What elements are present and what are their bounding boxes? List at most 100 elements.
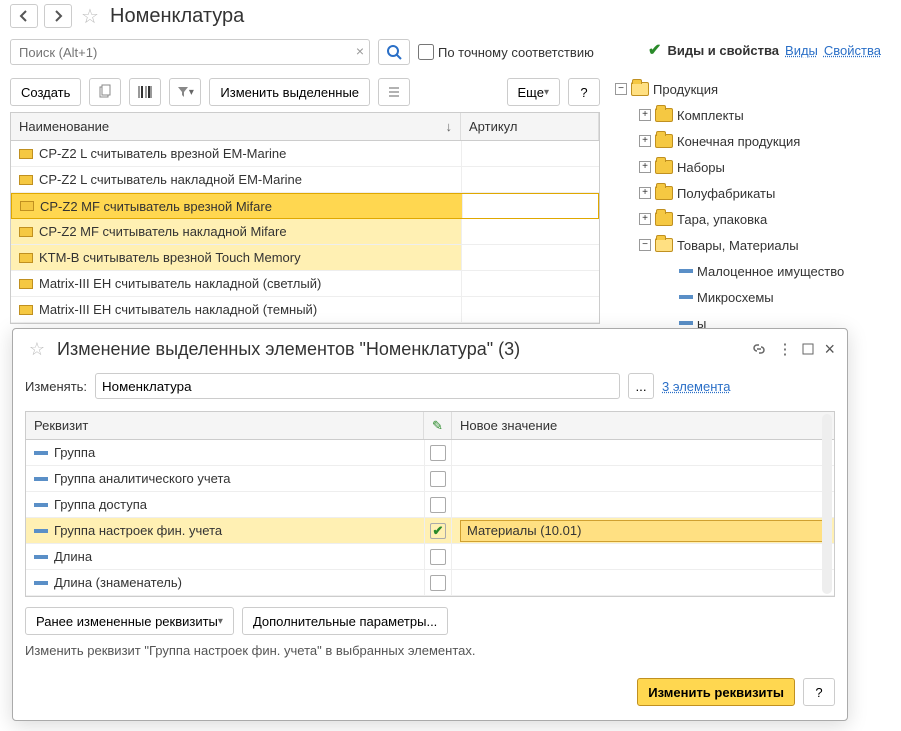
menu-dots-icon[interactable]: ⋮ [777, 340, 792, 358]
table-row[interactable]: KTM-B считыватель врезной Touch Memory [11, 245, 599, 271]
tree-toggle-icon[interactable]: − [615, 83, 627, 95]
count-link[interactable]: 3 элемента [662, 379, 730, 394]
props-link[interactable]: Свойства [824, 43, 881, 58]
col-requisite[interactable]: Реквизит [26, 412, 424, 439]
tree-node[interactable]: Микросхемы [611, 284, 891, 310]
leaf-icon [679, 269, 693, 273]
tree-node[interactable]: + Полуфабрикаты [611, 180, 891, 206]
tree-root[interactable]: − Продукция [611, 76, 891, 102]
dialog-row[interactable]: Длина [26, 544, 834, 570]
folder-icon [655, 186, 673, 200]
search-input[interactable] [10, 39, 370, 65]
table-row[interactable]: Matrix-III EH считыватель накладной (тем… [11, 297, 599, 323]
tree-label: Малоценное имущество [697, 264, 844, 279]
tree-label: Полуфабрикаты [677, 186, 775, 201]
table-row[interactable]: CP-Z2 MF считыватель врезной Mifare [11, 193, 599, 219]
item-table: Наименование↓ Артикул CP-Z2 L считывател… [10, 112, 600, 324]
list-button[interactable] [378, 78, 410, 106]
dialog-row[interactable]: Группа аналитического учета [26, 466, 834, 492]
table-row[interactable]: CP-Z2 L считыватель врезной EM-Marine [11, 141, 599, 167]
edit-selected-button[interactable]: Изменить выделенные [209, 78, 370, 106]
favorite-star-icon[interactable]: ☆ [78, 4, 102, 28]
checkbox-icon[interactable] [430, 575, 446, 591]
copy-button[interactable] [89, 78, 121, 106]
property-icon [34, 529, 48, 533]
header: ☆ Номенклатура [0, 0, 901, 32]
dialog-help-button[interactable]: ? [803, 678, 835, 706]
help-button[interactable]: ? [568, 78, 600, 106]
page-title: Номенклатура [110, 5, 244, 28]
tree-toggle-icon[interactable]: + [639, 161, 651, 173]
search-box: × [10, 39, 370, 65]
col-newvalue[interactable]: Новое значение [452, 412, 834, 439]
item-icon [19, 227, 33, 237]
exact-match-checkbox[interactable]: По точному соответствию [418, 44, 594, 60]
tree-toggle-icon[interactable]: + [639, 213, 651, 225]
dialog-table: Реквизит ✎ Новое значение ГруппаГруппа а… [25, 411, 835, 597]
table-row[interactable]: CP-Z2 L считыватель накладной EM-Marine [11, 167, 599, 193]
row-article [462, 194, 598, 218]
dialog-row[interactable]: Группа настроек фин. учета✔Материалы (10… [26, 518, 834, 544]
tree-node[interactable]: +Тара, упаковка [611, 206, 891, 232]
checkbox-icon[interactable] [430, 497, 446, 513]
col-article[interactable]: Артикул [461, 113, 599, 140]
item-icon [19, 305, 33, 315]
tree-label: Продукция [653, 82, 718, 97]
tree-node[interactable]: +Наборы [611, 154, 891, 180]
row-name: CP-Z2 MF считыватель накладной Mifare [39, 224, 287, 239]
right-panel: − Продукция +Комплекты+Конечная продукци… [610, 72, 891, 366]
tree-node[interactable]: Малоценное имущество [611, 258, 891, 284]
folder-icon [655, 160, 673, 174]
new-value-cell[interactable]: Материалы (10.01) [460, 520, 826, 542]
change-more-button[interactable]: ... [628, 373, 654, 399]
row-name: Matrix-III EH считыватель накладной (тем… [39, 302, 317, 317]
prop-label: Длина [54, 549, 92, 564]
dialog-row[interactable]: Длина (знаменатель) [26, 570, 834, 596]
barcode-button[interactable] [129, 78, 161, 106]
checkbox-icon[interactable]: ✔ [430, 523, 446, 539]
category-tree: − Продукция +Комплекты+Конечная продукци… [611, 72, 891, 366]
search-clear-icon[interactable]: × [356, 43, 364, 59]
tree-node[interactable]: −Товары, Материалы [611, 232, 891, 258]
create-button[interactable]: Создать [10, 78, 81, 106]
prev-changed-button[interactable]: Ранее измененные реквизиты [25, 607, 234, 635]
types-props-label: Виды и свойства [667, 43, 779, 58]
tree-toggle-icon[interactable]: + [639, 135, 651, 147]
tree-toggle-icon[interactable]: + [639, 109, 651, 121]
checkbox-icon[interactable] [430, 471, 446, 487]
dialog-footer: Изменить реквизиты ? [13, 670, 847, 720]
nav-back-button[interactable] [10, 4, 38, 28]
filter-button[interactable] [169, 78, 201, 106]
property-icon [34, 503, 48, 507]
search-button[interactable] [378, 39, 410, 65]
nav-forward-button[interactable] [44, 4, 72, 28]
scrollbar[interactable] [822, 414, 832, 594]
types-link[interactable]: Виды [785, 43, 818, 58]
more-button[interactable]: Еще [507, 78, 560, 106]
tree-label: Конечная продукция [677, 134, 800, 149]
tree-node[interactable]: +Комплекты [611, 102, 891, 128]
dialog-row[interactable]: Группа [26, 440, 834, 466]
table-row[interactable]: CP-Z2 MF считыватель накладной Mifare [11, 219, 599, 245]
tree-node[interactable]: + Конечная продукция [611, 128, 891, 154]
checkbox-icon[interactable] [430, 549, 446, 565]
favorite-star-icon[interactable]: ☆ [25, 337, 49, 361]
row-name: CP-Z2 L считыватель врезной EM-Marine [39, 146, 286, 161]
tree-toggle-icon[interactable]: + [639, 187, 651, 199]
col-edit: ✎ [424, 412, 452, 439]
table-body: CP-Z2 L считыватель врезной EM-Marine CP-… [11, 141, 599, 323]
tree-toggle-icon[interactable]: − [639, 239, 651, 251]
link-icon[interactable] [751, 341, 767, 357]
folder-icon [655, 238, 673, 252]
table-row[interactable]: Matrix-III EH считыватель накладной (све… [11, 271, 599, 297]
dialog-row[interactable]: Группа доступа [26, 492, 834, 518]
close-icon[interactable]: × [824, 339, 835, 360]
col-name[interactable]: Наименование↓ [11, 113, 461, 140]
change-input[interactable] [95, 373, 620, 399]
extra-params-button[interactable]: Дополнительные параметры... [242, 607, 448, 635]
maximize-icon[interactable] [802, 343, 814, 355]
apply-button[interactable]: Изменить реквизиты [637, 678, 795, 706]
checkbox-icon[interactable] [430, 445, 446, 461]
dialog-hint: Изменить реквизит "Группа настроек фин. … [13, 639, 847, 670]
property-icon [34, 451, 48, 455]
